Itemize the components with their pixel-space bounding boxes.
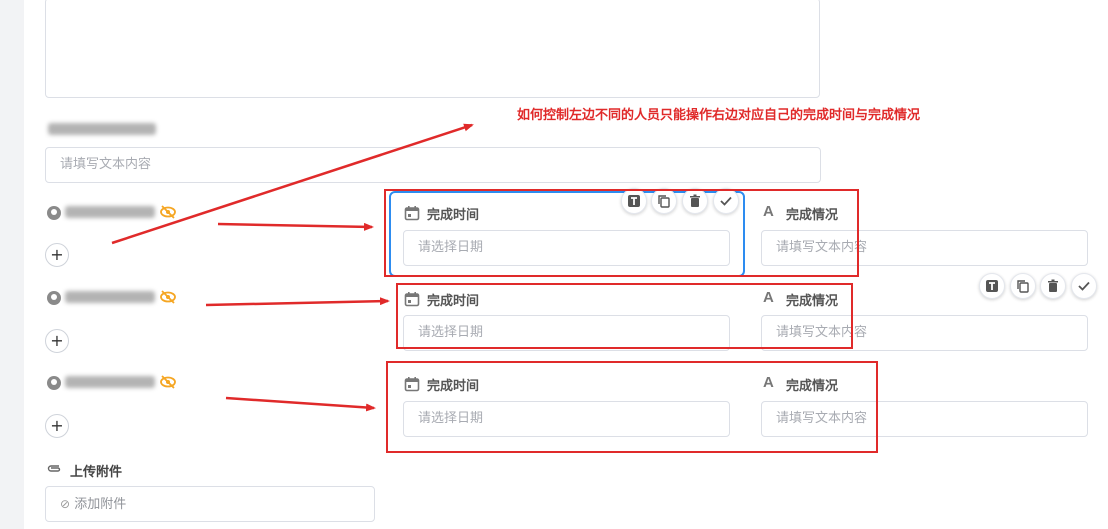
annotation-arrows <box>111 123 474 412</box>
arrow <box>225 396 376 412</box>
arrow <box>217 222 374 231</box>
arrow <box>205 297 390 307</box>
